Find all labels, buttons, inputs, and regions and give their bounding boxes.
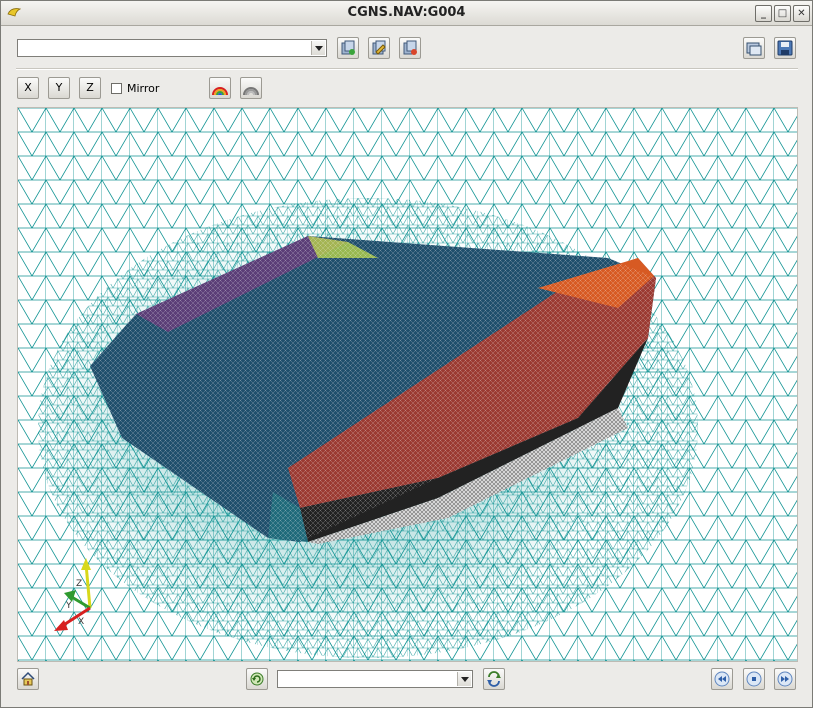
- color-surface-button[interactable]: [209, 77, 231, 99]
- greyscale-arc-icon: [243, 87, 259, 96]
- edit-selection-icon: [372, 40, 386, 55]
- cycle-selection-button[interactable]: [483, 668, 505, 690]
- floppy-disk-icon: [777, 40, 793, 56]
- home-icon: [21, 671, 35, 686]
- view-y-button[interactable]: Y: [48, 77, 70, 99]
- mesh-viewport[interactable]: Z Y X: [17, 107, 798, 662]
- mirror-label: Mirror: [127, 82, 160, 95]
- next-button[interactable]: [774, 668, 796, 690]
- fast-forward-icon: [777, 671, 793, 687]
- remove-selection-button[interactable]: [399, 37, 421, 59]
- maximize-button[interactable]: □: [774, 5, 791, 22]
- reset-view-button[interactable]: [17, 668, 39, 690]
- stop-icon: [746, 671, 762, 687]
- chevron-down-icon[interactable]: [311, 41, 325, 55]
- mirror-checkbox[interactable]: [111, 83, 122, 94]
- path-combo[interactable]: [17, 39, 327, 57]
- mesh-render: Z Y X: [18, 108, 797, 661]
- cycle-icon: [487, 671, 501, 687]
- stop-button[interactable]: [743, 668, 765, 690]
- selection-combo[interactable]: [277, 670, 473, 688]
- save-button[interactable]: [774, 37, 796, 59]
- rainbow-icon: [212, 87, 228, 96]
- add-selection-button[interactable]: [337, 37, 359, 59]
- refresh-icon: [250, 672, 264, 686]
- view-z-button[interactable]: Z: [79, 77, 101, 99]
- axis-label-x: X: [78, 617, 84, 627]
- grey-surface-button[interactable]: [240, 77, 262, 99]
- axis-label-z: Z: [76, 579, 82, 589]
- close-button[interactable]: ✕: [793, 5, 810, 22]
- add-selection-icon: [341, 40, 355, 55]
- minimize-button[interactable]: _: [755, 5, 772, 22]
- chevron-down-icon[interactable]: [457, 672, 471, 686]
- edit-selection-button[interactable]: [368, 37, 390, 59]
- toolbar-separator: [16, 68, 798, 70]
- previous-button[interactable]: [711, 668, 733, 690]
- app-window: CGNS.NAV:G004 _ □ ✕ X Y Z Mirror Z Y X: [0, 0, 813, 708]
- view-x-button[interactable]: X: [17, 77, 39, 99]
- window-title: CGNS.NAV:G004: [347, 5, 466, 20]
- refresh-button[interactable]: [246, 668, 268, 690]
- title-bar: CGNS.NAV:G004 _ □ ✕: [1, 1, 812, 26]
- snapshot-button[interactable]: [743, 37, 765, 59]
- rewind-icon: [714, 671, 730, 687]
- axis-label-y: Y: [65, 601, 72, 611]
- snapshot-icon: [746, 42, 762, 56]
- remove-selection-icon: [403, 40, 417, 55]
